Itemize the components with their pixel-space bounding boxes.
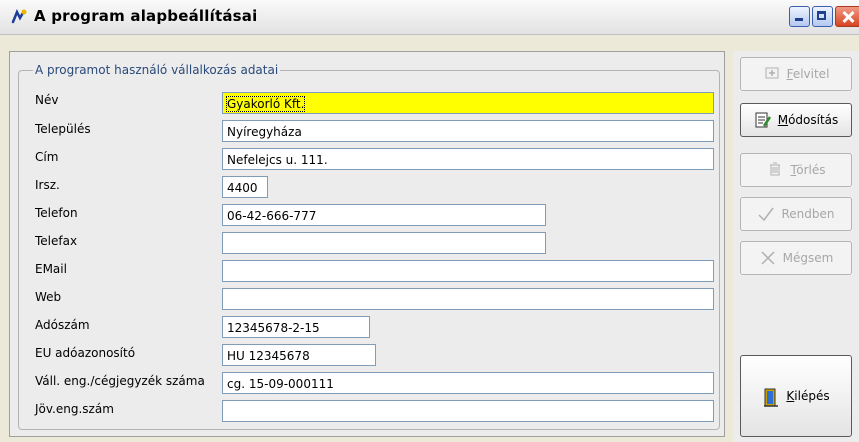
- rendben-label: Rendben: [781, 207, 835, 221]
- label-irsz: Irsz.: [35, 178, 60, 192]
- exit-door-icon: [762, 387, 780, 407]
- modositas-label: ódosítás: [788, 113, 839, 127]
- checkmark-icon: [757, 205, 775, 223]
- label-telefax: Telefax: [35, 234, 78, 248]
- modositas-button[interactable]: Módosítás: [740, 103, 852, 137]
- label-email: EMail: [35, 262, 67, 276]
- nev-field[interactable]: Gyakorló Kft.: [222, 92, 714, 114]
- torles-button[interactable]: Törlés: [740, 153, 852, 187]
- telepules-field[interactable]: Nyíregyháza: [222, 120, 714, 142]
- maximize-button[interactable]: [812, 6, 833, 27]
- kilepes-label: ilépés: [794, 389, 830, 403]
- label-cim: Cím: [35, 150, 59, 164]
- edit-record-icon: [754, 111, 772, 129]
- cegjegyzek-field[interactable]: cg. 15-09-000111: [222, 372, 714, 394]
- megsem-button[interactable]: Mégsem: [740, 241, 852, 275]
- torles-label: örlés: [796, 163, 826, 177]
- nev-value: Gyakorló Kft.: [225, 96, 306, 112]
- minimize-button[interactable]: [789, 6, 810, 27]
- close-button[interactable]: [835, 6, 859, 27]
- modositas-key: M: [777, 113, 789, 127]
- felvitel-button[interactable]: Felvitel: [740, 57, 852, 91]
- trash-icon: [766, 161, 784, 179]
- web-field[interactable]: [222, 288, 714, 310]
- cancel-icon: [759, 249, 777, 267]
- email-field[interactable]: [222, 260, 714, 282]
- label-adoszam: Adószám: [35, 318, 90, 332]
- irsz-field[interactable]: 4400: [222, 176, 268, 198]
- label-telefon: Telefon: [35, 206, 78, 220]
- window-title: A program alapbeállításai: [34, 7, 258, 25]
- cim-field[interactable]: Nefelejcs u. 111.: [222, 148, 714, 170]
- app-icon: [10, 8, 28, 26]
- jov-eng-szam-field[interactable]: [222, 400, 714, 422]
- settings-window: A program alapbeállításai A programot ha…: [0, 0, 859, 442]
- eu-adoazonosito-field[interactable]: HU 12345678: [222, 344, 376, 366]
- add-record-icon: [763, 65, 781, 83]
- title-bar[interactable]: A program alapbeállításai: [0, 0, 859, 35]
- megsem-label: Mégsem: [782, 251, 834, 265]
- telefax-field[interactable]: [222, 232, 546, 254]
- rendben-button[interactable]: Rendben: [740, 197, 852, 231]
- kilepes-button[interactable]: Kilépés: [740, 355, 852, 437]
- label-cegjegyzek: Váll. eng./cégjegyzék száma: [35, 374, 205, 388]
- label-eu-adoazonosito: EU adóazonosító: [35, 346, 136, 360]
- label-jov-eng-szam: Jöv.eng.szám: [35, 402, 114, 416]
- group-legend: A programot használó vállalkozás adatai: [33, 63, 281, 77]
- label-web: Web: [35, 290, 62, 304]
- telefon-field[interactable]: 06-42-666-777: [222, 204, 546, 226]
- label-telepules: Település: [35, 122, 91, 136]
- felvitel-label: elvitel: [792, 67, 830, 81]
- label-nev: Név: [35, 93, 59, 107]
- adoszam-field[interactable]: 12345678-2-15: [222, 316, 370, 338]
